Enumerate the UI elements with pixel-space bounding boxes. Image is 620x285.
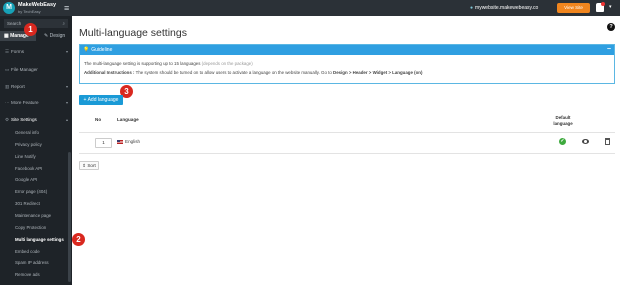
sidebar-sub-privacy-policy[interactable]: Privacy policy	[0, 139, 72, 150]
tab-design-label: Design	[49, 33, 66, 39]
sidebar-sub-line-notify[interactable]: Line Notify	[0, 151, 72, 162]
chevron-down-icon: ▾	[65, 100, 68, 105]
add-language-button[interactable]: + Add language	[79, 95, 123, 105]
guideline-text-1: The multi-language setting is supporting…	[84, 61, 253, 66]
guideline-line2-path: Design > Header > Widget > Language (on)	[333, 70, 423, 75]
logo-icon[interactable]: M	[3, 2, 15, 14]
sidebar-sub-facebook-api[interactable]: Facebook API	[0, 163, 72, 174]
guideline-line1-muted: (depends on the package)	[201, 61, 253, 66]
sidebar-sub-google-api[interactable]: Google API	[0, 174, 72, 185]
top-bar: M MakeWebEasy by TechEasy ≡ ● mywebsite.m…	[0, 0, 620, 16]
brand-name: MakeWebEasy	[18, 2, 57, 8]
sidebar-item-label: Site Settings	[11, 117, 37, 122]
guideline-line2-label: Additional Instructions :	[84, 70, 135, 75]
guideline-text-2: Additional Instructions : The system sho…	[84, 70, 422, 75]
sidebar-sub-embed-code[interactable]: Embed code	[0, 246, 72, 257]
guideline-line1: The multi-language setting is supporting…	[84, 61, 201, 66]
search-icon: ⌕	[62, 21, 65, 26]
sidebar-scrollbar[interactable]	[68, 152, 71, 282]
column-header-language: Language	[117, 117, 139, 122]
globe-icon: ●	[470, 5, 474, 11]
guideline-title: Guideline	[91, 47, 113, 53]
search-placeholder: Search	[7, 21, 22, 26]
sidebar-sub-multi-language-settings[interactable]: Multi language settings	[0, 234, 72, 245]
chevron-down-icon: ▾	[65, 49, 68, 54]
chevron-down-icon: ▾	[65, 84, 68, 89]
sidebar-item-label: More Feature	[11, 100, 39, 105]
sidebar-item-file-manager[interactable]: ▭ File Manager	[0, 65, 72, 74]
sidebar-sub-spam-ip-address[interactable]: Spam IP address	[0, 257, 72, 268]
sidebar-sub-remove-ads[interactable]: Remove ads	[0, 269, 72, 280]
sidebar-item-site-settings[interactable]: ⚙ Site Settings ▴	[0, 115, 72, 124]
step-badge-1: 1	[24, 23, 37, 36]
site-url-text: mywebsite.makewebeasy.co	[475, 5, 539, 11]
language-name: English	[125, 139, 141, 144]
column-header-default-language: Default language	[553, 115, 573, 126]
trash-icon[interactable]	[605, 138, 610, 145]
sidebar-item-label: Report	[11, 84, 25, 89]
brand-subtitle: by TechEasy	[18, 8, 41, 14]
step-badge-2: 2	[72, 233, 85, 246]
us-flag-icon	[117, 139, 123, 144]
guideline-line2-text: The system should be turned on to allow …	[135, 70, 332, 75]
notification-dot	[601, 2, 605, 6]
lightbulb-icon: 💡	[83, 47, 90, 53]
view-site-button[interactable]: View Site	[557, 3, 590, 13]
sidebar-item-label: File Manager	[11, 67, 38, 72]
tab-design[interactable]: ✎ Design	[36, 31, 72, 41]
sidebar-sub-301-redirect[interactable]: 301 Redirect	[0, 198, 72, 209]
menu-toggle-icon[interactable]: ≡	[64, 3, 69, 13]
sidebar-item-label: Forms	[11, 49, 25, 54]
eye-icon[interactable]	[582, 139, 589, 144]
sort-label: Sort	[87, 163, 96, 168]
order-input[interactable]: 1	[95, 138, 112, 148]
sidebar-item-forms[interactable]: ☰ Forms ▾	[0, 47, 72, 56]
language-cell: English	[117, 139, 140, 144]
sidebar-sub-general-info[interactable]: General info	[0, 127, 72, 138]
sidebar-item-more-feature[interactable]: ⋯More Feature ▾	[0, 98, 72, 107]
sidebar: Search ⌕ ▦ Manage ✎ Design ☰ Forms ▾ ▭ File…	[0, 16, 72, 285]
table-row	[79, 132, 615, 154]
sidebar-item-report[interactable]: ▥ Report ▾	[0, 82, 72, 91]
guideline-header: 💡 Guideline −	[80, 45, 614, 55]
sidebar-sub-maintenance-page[interactable]: Maintenance page	[0, 210, 72, 221]
collapse-icon[interactable]: −	[607, 45, 611, 54]
site-url-link[interactable]: ● mywebsite.makewebeasy.co	[470, 4, 538, 12]
sidebar-sub-error-page[interactable]: Error page (404)	[0, 186, 72, 197]
account-chevron-down-icon[interactable]: ▾	[609, 4, 612, 10]
sidebar-sub-copy-protection[interactable]: Copy Protection	[0, 222, 72, 233]
default-check-icon[interactable]: ✓	[559, 138, 566, 145]
page-title: Multi-language settings	[79, 27, 187, 39]
chevron-up-icon: ▴	[65, 117, 68, 122]
guideline-panel: 💡 Guideline − The multi-language setting …	[79, 44, 615, 84]
sort-button[interactable]: ⇕ Sort	[79, 161, 99, 170]
column-header-no: No	[95, 117, 102, 122]
help-icon[interactable]: ?	[607, 23, 615, 31]
